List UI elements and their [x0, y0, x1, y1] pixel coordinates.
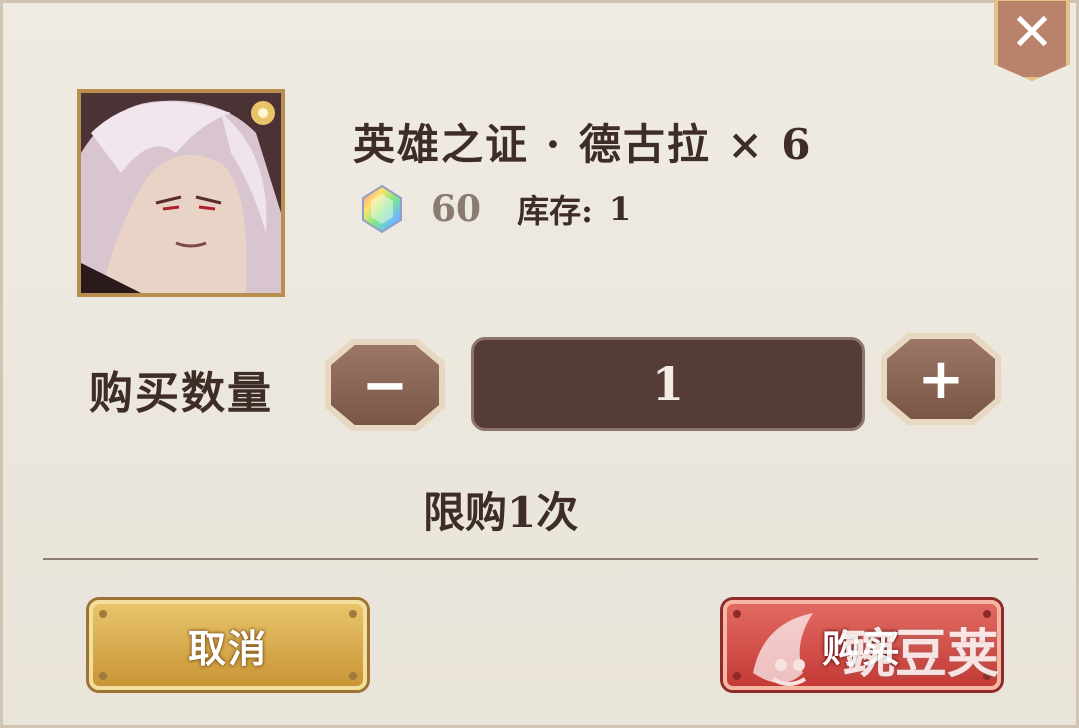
bolt-icon — [349, 672, 357, 680]
bolt-icon — [99, 610, 107, 618]
close-button[interactable]: ✕ — [994, 0, 1070, 81]
stock-label: 库存: — [517, 192, 593, 230]
stock-value: 1 — [608, 190, 632, 228]
close-icon: ✕ — [1010, 3, 1054, 63]
bolt-icon — [733, 672, 741, 680]
price-row: 60 库存: 1 — [361, 183, 631, 235]
divider — [43, 558, 1038, 560]
watermark: 豌豆荚 — [743, 603, 999, 695]
bolt-icon — [349, 610, 357, 618]
pea-logo-icon — [753, 613, 813, 686]
bolt-icon — [733, 610, 741, 618]
plus-icon: + — [887, 339, 995, 419]
purchase-dialog: ✕ 英雄之证 · 德古拉 × 6 60 库存: 1 购买数量 − 1 + 限购1… — [0, 0, 1079, 728]
price-value: 60 — [431, 188, 482, 230]
quantity-label: 购买数量 — [89, 368, 273, 419]
cancel-label: 取消 — [187, 625, 268, 671]
item-title: 英雄之证 · 德古拉 × 6 — [353, 120, 813, 169]
rainbow-gem-icon — [362, 184, 402, 234]
hero-portrait — [77, 89, 285, 297]
bolt-icon — [99, 672, 107, 680]
decrease-quantity-button[interactable]: − — [325, 339, 445, 431]
increase-quantity-button[interactable]: + — [881, 333, 1001, 425]
quantity-display[interactable]: 1 — [471, 337, 865, 431]
purchase-limit-text: 限购1次 — [423, 488, 579, 537]
cancel-button[interactable]: 取消 — [89, 600, 367, 690]
watermark-text: 豌豆荚 — [843, 624, 1000, 685]
minus-icon: − — [331, 345, 439, 425]
